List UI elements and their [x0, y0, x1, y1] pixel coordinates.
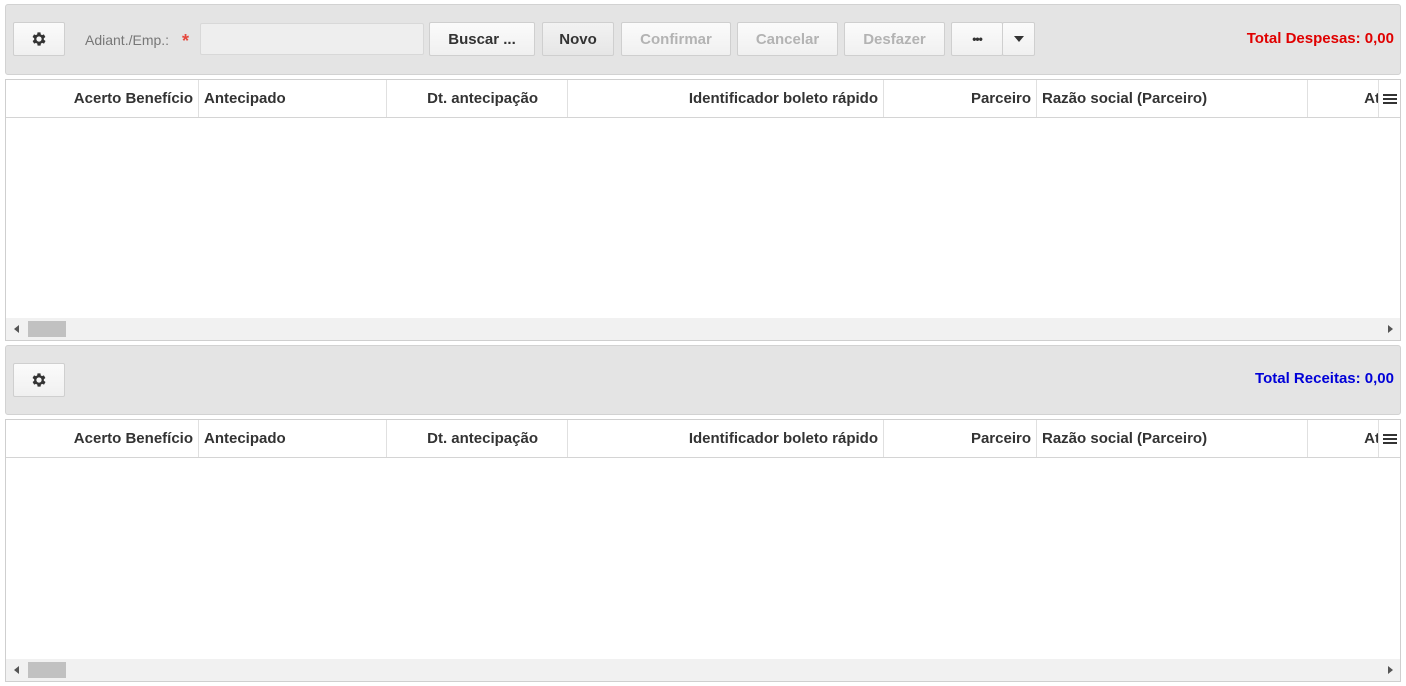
adiant-emp-label: Adiant./Emp.: [85, 32, 170, 48]
arrow-right-icon [1387, 325, 1393, 333]
col-identificador-boleto[interactable]: Identificador boleto rápido [568, 420, 884, 457]
more-actions-button[interactable]: ••• [951, 22, 1003, 56]
col-dt-antecipacao[interactable]: Dt. antecipação [387, 420, 568, 457]
column-menu-button[interactable] [1378, 80, 1400, 117]
col-acerto-beneficio[interactable]: Acerto Benefício [6, 80, 199, 117]
col-parceiro[interactable]: Parceiro [884, 80, 1037, 117]
menu-icon [1382, 433, 1397, 444]
column-menu-button[interactable] [1378, 420, 1400, 457]
arrow-right-icon [1387, 666, 1393, 674]
scroll-right-button[interactable] [1380, 318, 1400, 340]
horizontal-scrollbar[interactable] [6, 659, 1400, 681]
receitas-settings-button[interactable] [13, 363, 65, 397]
grid-header: Acerto Benefício Antecipado Dt. antecipa… [6, 420, 1400, 458]
adiant-emp-input[interactable] [200, 23, 424, 55]
despesas-toolbar: Adiant./Emp.: * Buscar ... Novo Confirma… [5, 4, 1401, 75]
col-antecipado[interactable]: Antecipado [199, 80, 387, 117]
col-at[interactable]: At [1308, 80, 1380, 117]
scrollbar-thumb[interactable] [28, 321, 66, 337]
col-at[interactable]: At [1308, 420, 1380, 457]
more-actions-dropdown[interactable] [1002, 22, 1035, 56]
col-parceiro[interactable]: Parceiro [884, 420, 1037, 457]
grid-header: Acerto Benefício Antecipado Dt. antecipa… [6, 80, 1400, 118]
despesas-grid: Acerto Benefício Antecipado Dt. antecipa… [5, 79, 1401, 341]
scroll-left-button[interactable] [6, 318, 26, 340]
required-mark: * [182, 31, 190, 51]
scroll-right-button[interactable] [1380, 659, 1400, 681]
total-receitas: Total Receitas: 0,00 [1255, 370, 1394, 387]
confirmar-button[interactable]: Confirmar [621, 22, 731, 56]
col-dt-antecipacao[interactable]: Dt. antecipação [387, 80, 568, 117]
gear-icon [32, 373, 46, 387]
col-antecipado[interactable]: Antecipado [199, 420, 387, 457]
caret-down-icon [1013, 36, 1024, 42]
col-razao-social[interactable]: Razão social (Parceiro) [1037, 80, 1308, 117]
receitas-toolbar: Total Receitas: 0,00 [5, 345, 1401, 415]
scroll-left-button[interactable] [6, 659, 26, 681]
despesas-settings-button[interactable] [13, 22, 65, 56]
arrow-left-icon [13, 325, 19, 333]
col-acerto-beneficio[interactable]: Acerto Benefício [6, 420, 199, 457]
horizontal-scrollbar[interactable] [6, 318, 1400, 340]
col-identificador-boleto[interactable]: Identificador boleto rápido [568, 80, 884, 117]
menu-icon [1382, 93, 1397, 104]
novo-button[interactable]: Novo [542, 22, 614, 56]
gear-icon [32, 32, 46, 46]
buscar-button[interactable]: Buscar ... [429, 22, 535, 56]
cancelar-button[interactable]: Cancelar [737, 22, 838, 56]
desfazer-button[interactable]: Desfazer [844, 22, 945, 56]
total-despesas: Total Despesas: 0,00 [1246, 30, 1394, 47]
scrollbar-thumb[interactable] [28, 662, 66, 678]
arrow-left-icon [13, 666, 19, 674]
col-razao-social[interactable]: Razão social (Parceiro) [1037, 420, 1308, 457]
receitas-grid: Acerto Benefício Antecipado Dt. antecipa… [5, 419, 1401, 682]
